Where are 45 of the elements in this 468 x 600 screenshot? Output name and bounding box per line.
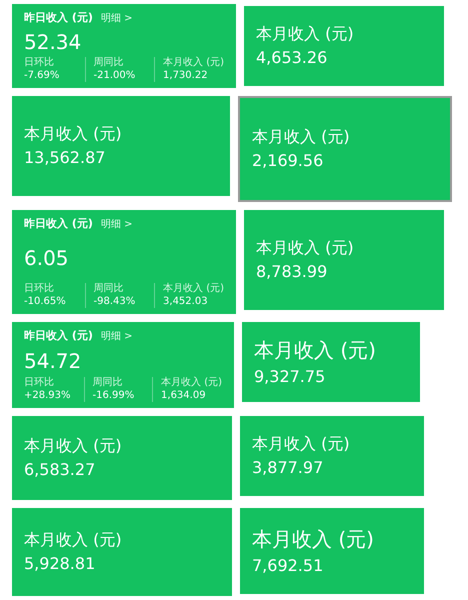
stat-label: 本月收入 (元) <box>163 57 224 70</box>
stat-value: -98.43% <box>94 296 136 308</box>
income-value: 7,692.51 <box>252 556 324 576</box>
card-title: 本月收入 (元) <box>24 436 123 456</box>
details-link[interactable]: 明细 > <box>100 328 132 344</box>
income-value: 13,562.87 <box>24 148 106 168</box>
stat-label: 日环比 <box>24 377 55 390</box>
card-title: 昨日收入 (元) <box>24 10 93 26</box>
card-title: 本月收入 (元) <box>24 530 123 550</box>
details-link[interactable]: 明细 > <box>100 10 132 26</box>
card-title: 昨日收入 (元) <box>24 216 93 232</box>
stat-label: 本月收入 (元) <box>161 377 222 390</box>
income-value: 8,783.99 <box>256 262 328 282</box>
stat-value: -7.69% <box>24 70 60 82</box>
income-value: 5,928.81 <box>24 554 96 574</box>
income-value: 52.34 <box>24 32 82 52</box>
income-value: 54.72 <box>24 350 82 371</box>
stat-value: -10.65% <box>24 296 67 308</box>
income-value: 9,327.75 <box>254 366 326 386</box>
stat-label: 本月收入 (元) <box>163 283 224 296</box>
card-title: 本月收入 (元) <box>256 238 355 258</box>
card-title: 昨日收入 (元) <box>24 328 93 344</box>
stat-label: 周同比 <box>92 377 124 390</box>
stat-label: 日环比 <box>24 57 55 70</box>
stat-value: 3,452.03 <box>163 296 209 308</box>
card-title: 本月收入 (元) <box>254 338 377 362</box>
card-title: 本月收入 (元) <box>252 127 351 147</box>
card-title: 本月收入 (元) <box>252 434 351 454</box>
stat-label: 日环比 <box>24 283 55 296</box>
details-link[interactable]: 明细 > <box>100 216 132 232</box>
income-value: 6.05 <box>24 248 70 268</box>
income-value: 3,877.97 <box>252 458 324 478</box>
card-title: 本月收入 (元) <box>256 24 355 44</box>
stat-value: -21.00% <box>94 70 136 82</box>
income-value: 2,169.56 <box>252 151 324 171</box>
income-value: 4,653.26 <box>256 48 328 68</box>
stat-value: +28.93% <box>24 390 72 402</box>
stat-label: 周同比 <box>94 283 125 296</box>
stat-value: -16.99% <box>92 390 136 402</box>
stat-label: 周同比 <box>94 57 125 70</box>
income-value: 6,583.27 <box>24 460 96 480</box>
card-title: 本月收入 (元) <box>24 124 123 144</box>
card-title: 本月收入 (元) <box>252 526 375 552</box>
stat-value: 1,730.22 <box>163 70 209 82</box>
stat-value: 1,634.09 <box>161 390 207 402</box>
